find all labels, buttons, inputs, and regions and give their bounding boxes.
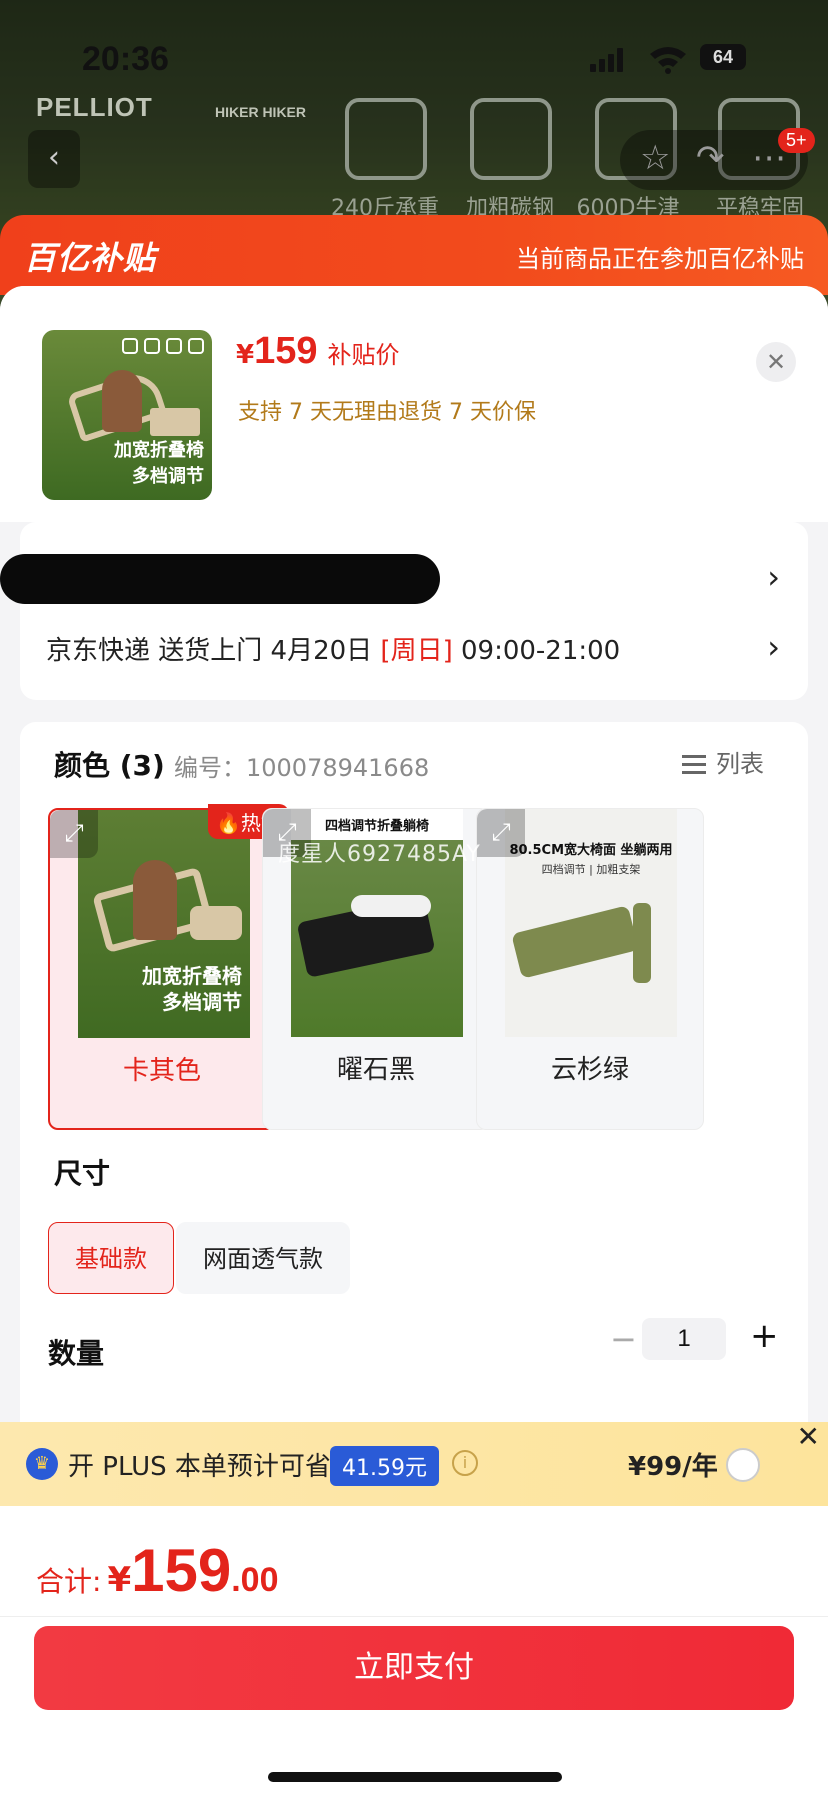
total-integer: 159 (131, 1537, 232, 1604)
thumb-caption-1: 加宽折叠椅 (114, 440, 204, 461)
cart-badge: 5+ (778, 128, 815, 153)
color-section-title: 颜色 (3) (54, 749, 165, 782)
chevron-right-icon[interactable]: › (767, 628, 780, 666)
price-label: 补贴价 (327, 341, 400, 369)
address-card[interactable]: › 京东快递 送货上门 4月20日 [周日] 09:00-21:00 › (0, 522, 808, 700)
subsidy-logo: 百亿补贴 (24, 239, 157, 277)
swatch-caption-1: 加宽折叠椅 (142, 964, 242, 988)
person-graphic (133, 860, 177, 940)
cellular-signal-icon (590, 48, 626, 72)
guarantee-text: 支持 7 天无理由退货 7 天价保 (238, 400, 536, 425)
color-name: 云杉绿 (550, 1055, 629, 1085)
wifi-icon (650, 47, 686, 74)
list-view-toggle[interactable]: 列表 (682, 744, 764, 779)
person-graphic (102, 370, 142, 432)
swatch-sub-text: 四档调节 | 加粗支架 (541, 863, 641, 876)
bag-graphic (633, 903, 651, 983)
thumb-caption-2: 多档调节 (132, 466, 204, 487)
shipping-window: 09:00-21:00 (460, 636, 621, 666)
person-graphic (351, 895, 431, 917)
table-graphic (150, 408, 200, 436)
shipping-prefix: 京东快递 送货上门 4月20日 (46, 636, 373, 666)
thumb-feature-icons (50, 338, 204, 358)
checkout-footer: 合计: ¥159.00 立即支付 (0, 1506, 828, 1796)
crown-icon: ♛ (26, 1448, 58, 1480)
list-icon (682, 753, 706, 775)
info-icon[interactable]: i (452, 1450, 478, 1476)
brand-logo: PELLIOT (36, 92, 153, 122)
color-name: 卡其色 (122, 1056, 201, 1086)
product-thumbnail[interactable]: 加宽折叠椅 多档调节 (42, 330, 212, 500)
expand-icon[interactable]: ⤢ (50, 810, 98, 858)
shipping-day: [周日] (380, 636, 453, 666)
product-header: 加宽折叠椅 多档调节 ¥159 补贴价 支持 7 天无理由退货 7 天价保 ✕ (0, 286, 828, 522)
swatch-top-text: 80.5CM宽大椅面 坐躺两用 (509, 843, 673, 858)
redacted-address (0, 554, 440, 604)
subsidy-banner: 百亿补贴 当前商品正在参加百亿补贴 (0, 215, 828, 295)
subsidy-note: 当前商品正在参加百亿补贴 (516, 245, 804, 273)
back-button[interactable]: ‹ (28, 130, 80, 188)
feature-icon-load (345, 98, 427, 180)
status-bar: 20:36 64 (0, 40, 828, 80)
chevron-right-icon[interactable]: › (767, 558, 780, 596)
watermark: 度星人6927485AY (278, 842, 481, 867)
currency-symbol: ¥ (236, 340, 255, 370)
color-image: 80.5CM宽大椅面 坐躺两用 四档调节 | 加粗支架 (505, 809, 677, 1037)
list-view-label: 列表 (716, 750, 764, 778)
color-option-spruce-green[interactable]: 80.5CM宽大椅面 坐躺两用 四档调节 | 加粗支架 ⤢ 云杉绿 (476, 808, 704, 1130)
quantity-title: 数量 (48, 1337, 105, 1370)
size-section-title: 尺寸 (54, 1157, 111, 1190)
close-icon[interactable]: ✕ (797, 1420, 820, 1453)
close-sheet-button[interactable]: ✕ (756, 342, 796, 382)
total-price: 合计: ¥159.00 (36, 1536, 278, 1605)
status-time: 20:36 (82, 40, 169, 78)
color-name: 曜石黑 (336, 1055, 415, 1085)
sku-number: 编号：100078941668 (174, 754, 430, 782)
plus-radio[interactable] (726, 1448, 760, 1482)
shipping-info: 京东快递 送货上门 4月20日 [周日] 09:00-21:00 (46, 630, 620, 667)
battery-icon: 64 (700, 44, 746, 70)
size-option-mesh[interactable]: 网面透气款 (176, 1222, 350, 1294)
quantity-decrement-button[interactable]: − (610, 1320, 637, 1358)
plus-savings: 41.59元 (330, 1446, 439, 1486)
feature-icon-steel (470, 98, 552, 180)
table-graphic (190, 906, 242, 940)
expand-icon[interactable]: ⤢ (477, 809, 525, 857)
swatch-caption-2: 多档调节 (162, 990, 242, 1014)
subsidy-price: 159 (254, 330, 318, 372)
color-option-khaki[interactable]: 加宽折叠椅 多档调节 ⤢ 卡其色 (48, 808, 276, 1130)
pay-now-button[interactable]: 立即支付 (34, 1626, 794, 1710)
plus-text: 开 PLUS 本单预计可省 (68, 1452, 331, 1482)
total-currency: ¥ (107, 1560, 132, 1600)
home-indicator (268, 1772, 562, 1782)
color-image: 加宽折叠椅 多档调节 (78, 810, 250, 1038)
quantity-value[interactable]: 1 (642, 1318, 726, 1360)
favorite-star-icon[interactable]: ☆ (640, 138, 670, 178)
size-option-basic[interactable]: 基础款 (48, 1222, 174, 1294)
share-icon[interactable]: ↷ (696, 138, 725, 178)
total-label: 合计: (36, 1565, 102, 1598)
chair-graphic (511, 905, 639, 979)
plus-price: ¥99/年 (628, 1452, 718, 1482)
quantity-increment-button[interactable]: + (750, 1316, 779, 1356)
brand-logo-secondary: HIKER HIKER (215, 104, 307, 120)
divider (0, 1616, 828, 1617)
total-decimal: .00 (231, 1561, 279, 1599)
price-row: ¥159 补贴价 (236, 330, 400, 373)
plus-membership-bar[interactable]: ♛ 开 PLUS 本单预计可省 41.59元 i ¥99/年 ✕ (0, 1420, 828, 1506)
